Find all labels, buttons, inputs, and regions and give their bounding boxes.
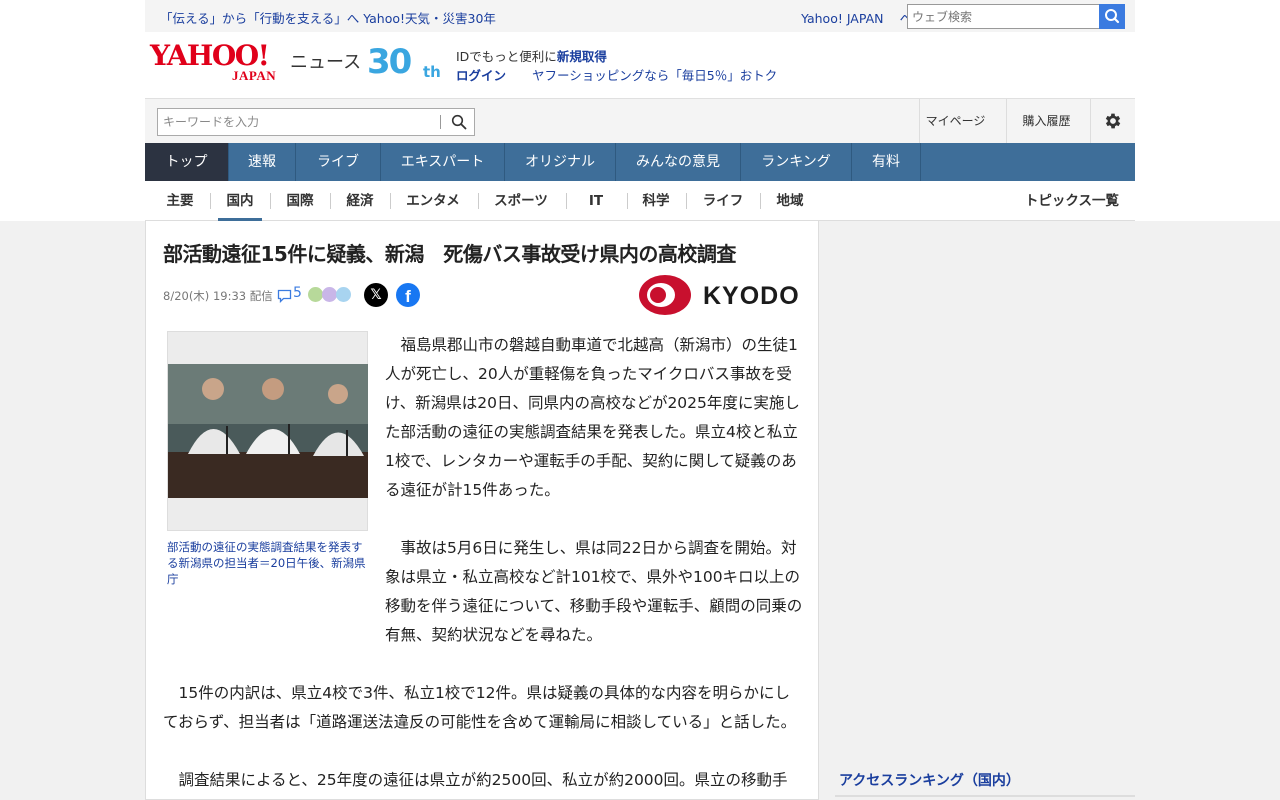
comment-count[interactable]: 5 [293, 285, 302, 301]
sidebar: アクセスランキング（国内） [835, 221, 1135, 800]
article-panel: 部活動遠征15件に疑義、新潟 死傷バス事故受け県内の高校調査 8/20(木) 1… [145, 221, 819, 800]
purchase-history-link[interactable]: 購入履歴 [1006, 99, 1086, 144]
category-tab-entertainment[interactable]: エンタメ [398, 181, 468, 221]
settings-button[interactable] [1090, 99, 1135, 144]
search-row: キーワードを入力 マイページ 購入履歴 [145, 98, 1135, 144]
web-search-button[interactable] [1099, 4, 1125, 29]
keyword-search-input[interactable]: キーワードを入力 [157, 108, 475, 136]
facebook-share-icon[interactable]: f [396, 283, 420, 307]
keyword-placeholder: キーワードを入力 [163, 115, 260, 129]
category-tab-sports[interactable]: スポーツ [486, 181, 556, 221]
comment-icon[interactable] [277, 289, 292, 303]
nav-tab-expert[interactable]: エキスパート [381, 143, 505, 181]
mypage-link[interactable]: マイページ [919, 99, 991, 144]
nav-tab-paid[interactable]: 有料 [852, 143, 921, 181]
nav-tab-opinions[interactable]: みんなの意見 [616, 143, 741, 181]
category-separator [627, 193, 628, 209]
category-separator [566, 193, 567, 209]
anniversary-badge[interactable]: 30 th [367, 42, 447, 86]
brand-row: YAHOO! JAPAN ニュース 30 th IDでもっと便利に新規取得 ログ… [145, 32, 1135, 98]
search-icon[interactable] [451, 114, 467, 130]
search-divider [440, 115, 441, 129]
category-tab-world[interactable]: 国際 [278, 181, 322, 221]
nav-tab-ranking[interactable]: ランキング [741, 143, 852, 181]
signup-link[interactable]: 新規取得 [557, 49, 607, 64]
ranking-divider [835, 795, 1135, 797]
promo-bar: 「伝える」から「行動を支える」へ Yahoo!天気・災害30年 Yahoo! J… [145, 0, 1135, 32]
nav-tab-breaking[interactable]: 速報 [229, 143, 296, 181]
reaction-face-icon [336, 287, 351, 302]
reaction-face-icon [308, 287, 323, 302]
reaction-face-icon [322, 287, 337, 302]
nav-tab-live[interactable]: ライブ [296, 143, 381, 181]
category-separator [390, 193, 391, 209]
article-body: 福島県郡山市の磐越自動車道で北越高（新潟市）の生徒1人が死亡し、20人が重軽傷を… [163, 331, 803, 799]
gear-icon [1105, 113, 1121, 129]
photo-spacer [163, 331, 385, 635]
nav-tab-top[interactable]: トップ [145, 143, 229, 181]
article-paragraph: 調査結果によると、25年度の遠征は県立が約2500回、私立が約2000回。県立の… [178, 771, 788, 789]
category-tab-local[interactable]: 地域 [768, 181, 812, 221]
category-separator [330, 193, 331, 209]
category-tab-main[interactable]: 主要 [157, 181, 203, 221]
source-label: 配信 [249, 289, 273, 303]
id-login-box: IDでもっと便利に新規取得 ログイン ヤフーショッピングなら「毎日5％」おトク [456, 49, 778, 83]
yahoo-japan-link[interactable]: Yahoo! JAPAN [801, 11, 883, 26]
publisher-logo[interactable]: KYODO [639, 274, 799, 316]
category-tab-life[interactable]: ライフ [694, 181, 752, 221]
yahoo-news-logo[interactable]: YAHOO! JAPAN [150, 39, 290, 83]
category-separator [210, 193, 211, 209]
x-share-icon[interactable]: 𝕏 [364, 283, 388, 307]
kyodo-mark-icon [639, 275, 691, 315]
login-link[interactable]: ログイン [456, 68, 506, 83]
main-nav: トップ 速報 ライブ エキスパート オリジナル みんなの意見 ランキング 有料 [145, 143, 1135, 181]
publish-date: 8/20(木) 19:33 配信 [163, 289, 273, 303]
category-separator [478, 193, 479, 209]
access-ranking-title[interactable]: アクセスランキング（国内） [839, 770, 1020, 790]
category-tab-science[interactable]: 科学 [634, 181, 678, 221]
category-separator [686, 193, 687, 209]
campaign-link[interactable]: 「伝える」から「行動を支える」へ Yahoo!天気・災害30年 [160, 8, 496, 27]
topics-list-link[interactable]: トピックス一覧 [1025, 181, 1119, 221]
search-icon [1105, 9, 1120, 24]
category-separator [270, 193, 271, 209]
web-search-input[interactable] [907, 4, 1100, 29]
category-tab-domestic[interactable]: 国内 [218, 181, 262, 221]
article-headline: 部活動遠征15件に疑義、新潟 死傷バス事故受け県内の高校調査 [163, 242, 736, 266]
category-tab-economy[interactable]: 経済 [338, 181, 382, 221]
category-tab-it[interactable]: IT [574, 181, 618, 221]
category-nav: 主要 国内 国際 経済 エンタメ スポーツ IT 科学 ライフ 地域 トピックス… [145, 181, 1135, 221]
service-name: ニュース [290, 52, 362, 73]
article-paragraph: 15件の内訳は、県立4校で3件、私立1校で12件。県は疑義の具体的な内容を明らか… [163, 684, 797, 731]
shopping-promo-link[interactable]: ヤフーショッピングなら「毎日5％」おトク [532, 68, 777, 83]
category-separator [760, 193, 761, 209]
nav-tab-original[interactable]: オリジナル [505, 143, 616, 181]
